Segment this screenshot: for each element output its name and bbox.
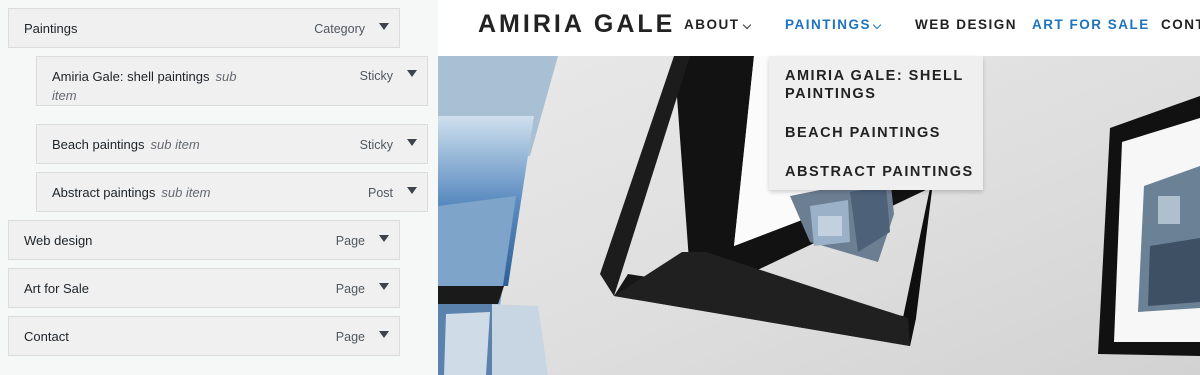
menu-item-title: Abstract paintings [52, 185, 156, 200]
nav-paintings[interactable]: PAINTINGS [785, 17, 871, 32]
nav-about[interactable]: ABOUT [684, 17, 740, 32]
menu-item-subitem-label: sub item [150, 137, 200, 152]
site-header: AMIRIA GALE ABOUT PAINTINGS WEB DESIGN A… [438, 0, 1200, 56]
expand-arrow-icon[interactable] [407, 139, 417, 146]
menu-item-type: Page [335, 234, 365, 248]
expand-arrow-icon[interactable] [379, 283, 389, 290]
expand-arrow-icon[interactable] [379, 23, 389, 30]
menu-item-title: Art for Sale [24, 281, 90, 296]
menu-item-contact[interactable]: Contact Page [8, 316, 400, 356]
expand-arrow-icon[interactable] [379, 235, 389, 242]
nav-art-for-sale[interactable]: ART FOR SALE [1032, 17, 1150, 32]
chevron-down-icon[interactable] [742, 20, 752, 30]
menu-item-title: Paintings [24, 21, 78, 36]
menu-item-type: Page [335, 282, 365, 296]
site-preview: AMIRIA GALE ABOUT PAINTINGS WEB DESIGN A… [438, 0, 1200, 375]
menu-item-art-for-sale[interactable]: Art for Sale Page [8, 268, 400, 308]
menu-item-shell-paintings[interactable]: Amiria Gale: shell paintings sub item Sti… [36, 56, 428, 106]
menu-item-type: Category [314, 22, 365, 36]
menu-item-type: Post [367, 186, 393, 200]
dropdown-item-shell-paintings[interactable]: AMIRIA GALE: SHELL PAINTINGS [785, 67, 975, 103]
menu-item-paintings[interactable]: Paintings Category [8, 8, 400, 48]
menu-item-type: Page [335, 330, 365, 344]
nav-web-design[interactable]: WEB DESIGN [915, 17, 1017, 32]
expand-arrow-icon[interactable] [407, 187, 417, 194]
expand-arrow-icon[interactable] [407, 70, 417, 77]
menu-item-type: Sticky [359, 138, 393, 152]
menu-item-type: Sticky [359, 69, 393, 83]
dropdown-item-beach-paintings[interactable]: BEACH PAINTINGS [785, 124, 975, 142]
menu-item-title: Web design [24, 233, 93, 248]
menu-item-title: Amiria Gale: shell paintings [52, 69, 210, 84]
nav-contact[interactable]: CONT [1161, 17, 1200, 32]
menu-item-abstract-paintings[interactable]: Abstract paintings sub item Post [36, 172, 428, 212]
site-logo[interactable]: AMIRIA GALE [478, 10, 675, 39]
menu-item-title: Contact [24, 329, 69, 344]
menu-item-beach-paintings[interactable]: Beach paintings sub item Sticky [36, 124, 428, 164]
expand-arrow-icon[interactable] [379, 331, 389, 338]
dropdown-item-abstract-paintings[interactable]: ABSTRACT PAINTINGS [785, 163, 975, 181]
menu-structure-panel: Paintings Category Amiria Gale: shell pa… [0, 0, 438, 375]
menu-item-title: Beach paintings [52, 137, 145, 152]
paintings-dropdown-menu: AMIRIA GALE: SHELL PAINTINGS BEACH PAINT… [769, 56, 983, 190]
menu-item-subitem-label: sub item [161, 185, 211, 200]
menu-item-web-design[interactable]: Web design Page [8, 220, 400, 260]
chevron-down-icon[interactable] [872, 20, 882, 30]
